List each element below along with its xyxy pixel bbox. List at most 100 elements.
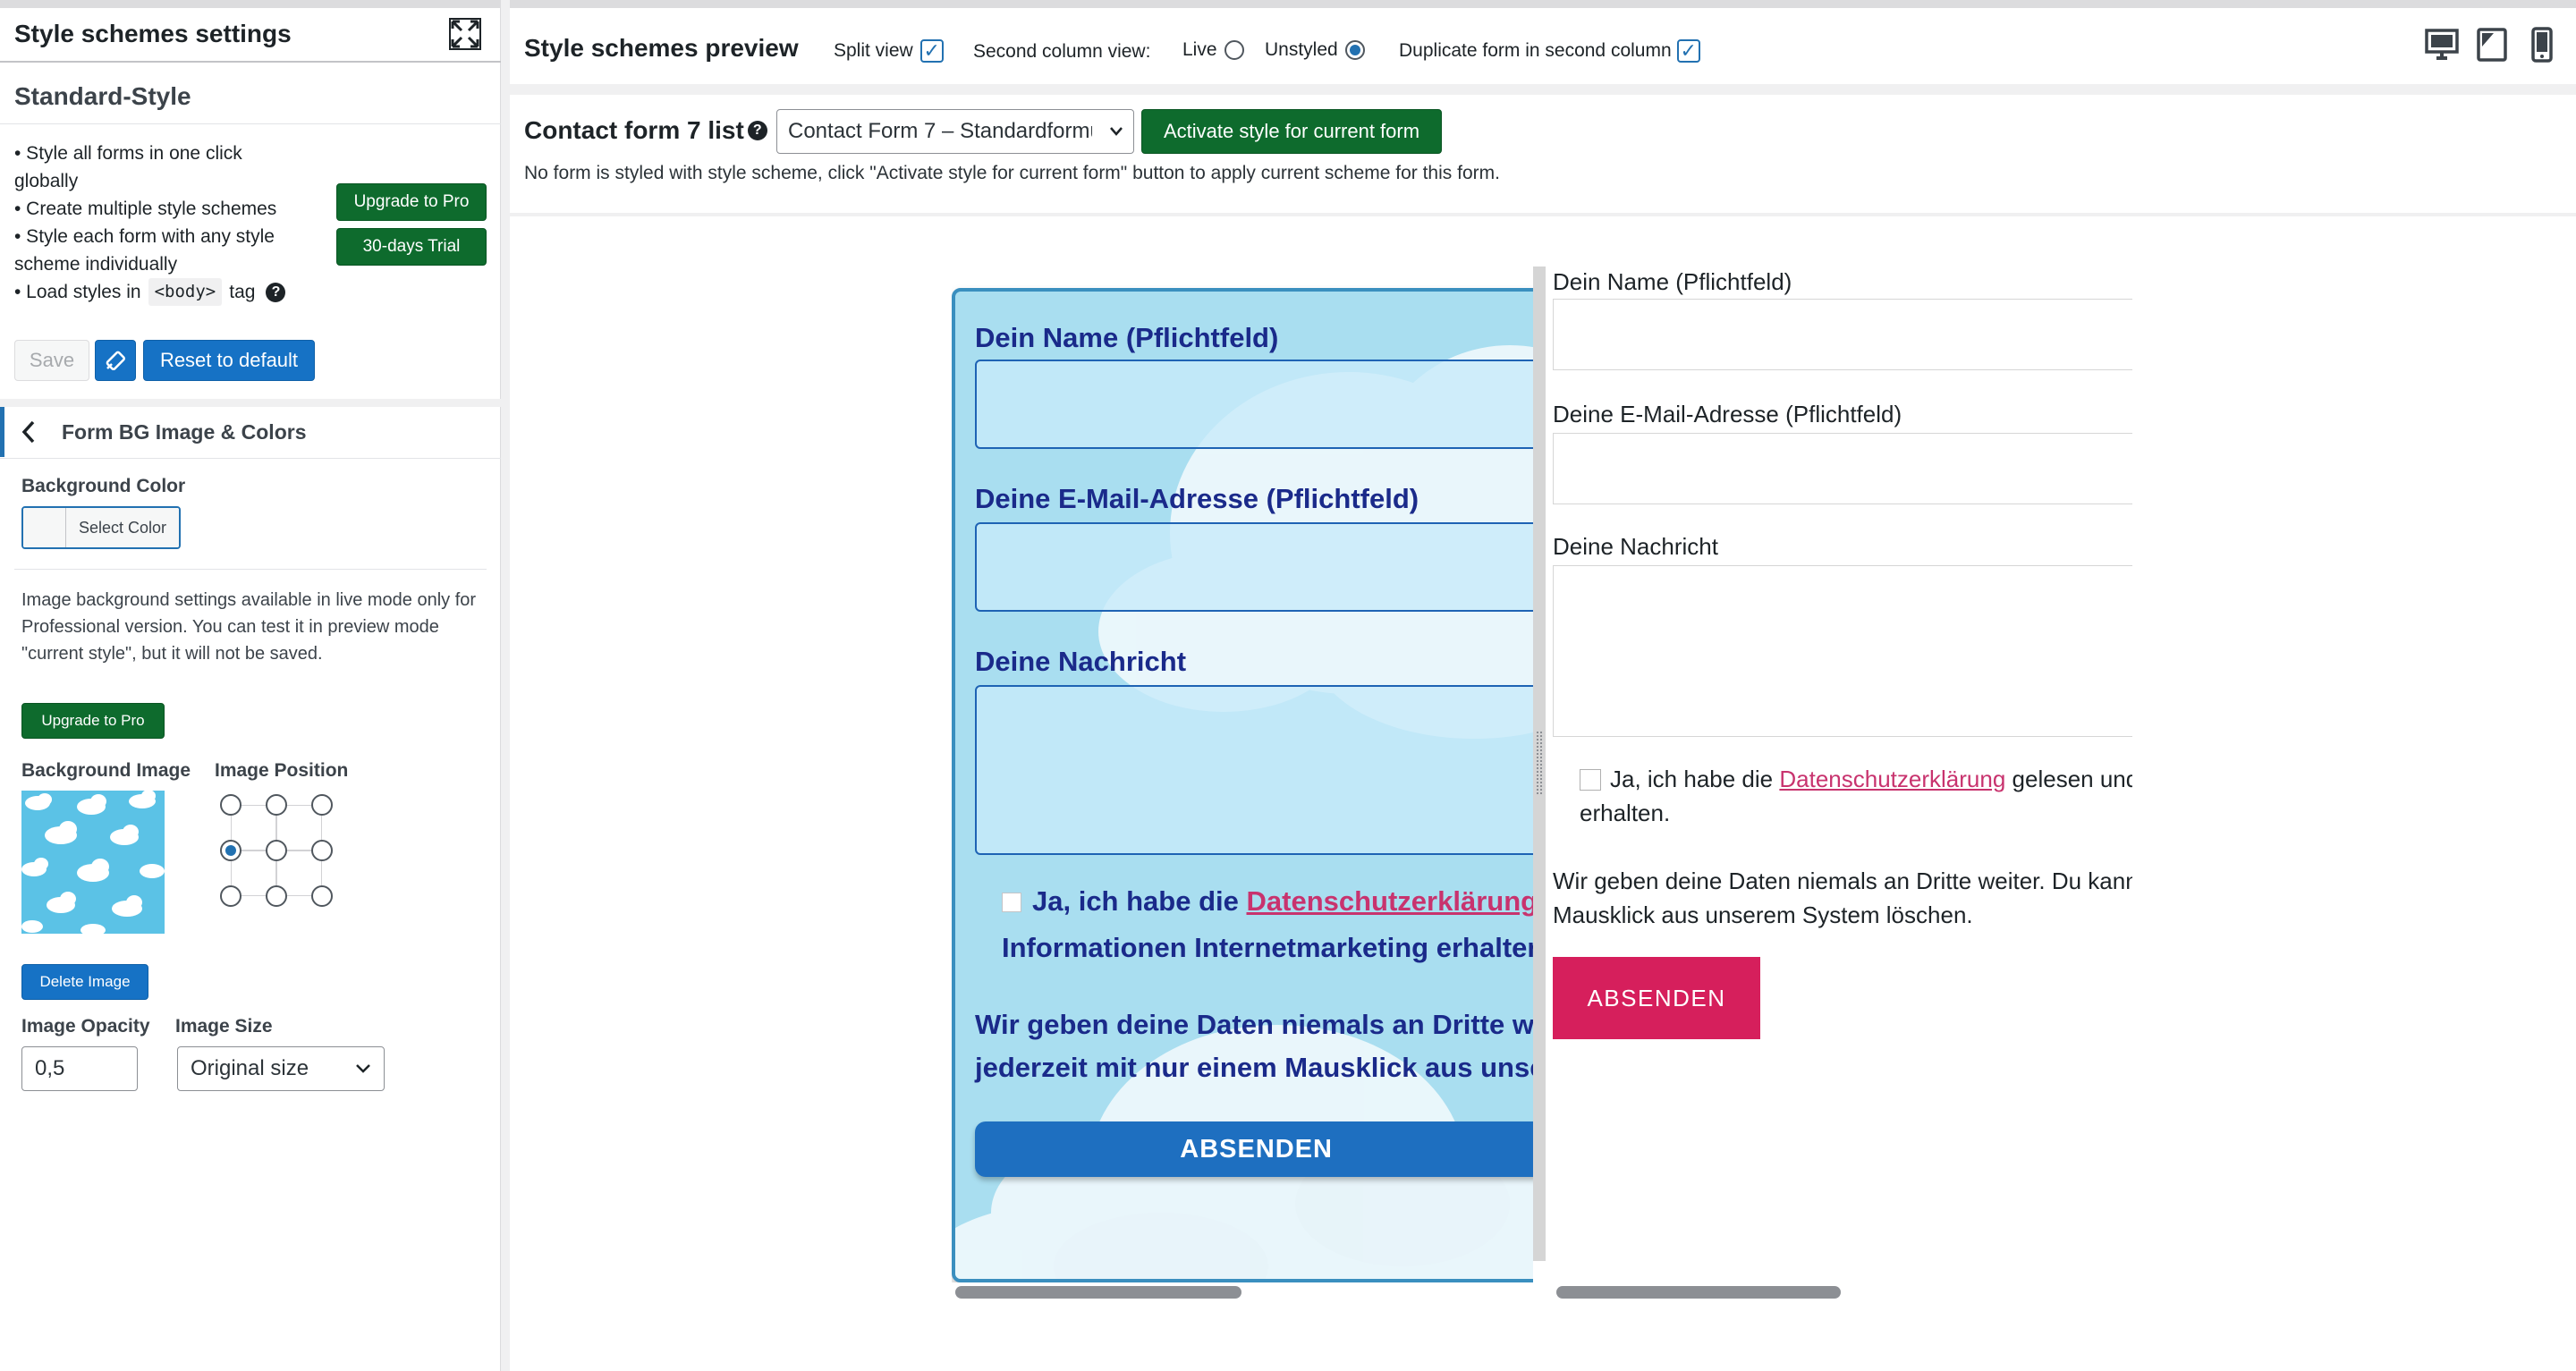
- plain-email-input[interactable]: [1553, 433, 2132, 504]
- image-position-radio[interactable]: [266, 885, 287, 907]
- styled-privacy-link[interactable]: Datenschutzerklärung: [1247, 885, 1534, 917]
- cf7-label-wrap: Contact form 7 list ?: [524, 116, 767, 145]
- upgrade-button[interactable]: Upgrade to Pro: [336, 183, 487, 221]
- duplicate-toggle[interactable]: Duplicate form in second column ✓: [1399, 39, 1700, 63]
- plain-email-label: Deine E-Mail-Adresse (Pflichtfeld): [1553, 401, 1902, 427]
- settings-panel: Style schemes settings Standard-Style • …: [0, 0, 501, 1371]
- image-position-radio[interactable]: [311, 794, 333, 816]
- image-opacity-label: Image Opacity: [21, 1016, 150, 1037]
- cf7-notice: No form is styled with style scheme, cli…: [524, 163, 1500, 183]
- image-size-value: Original size: [191, 1056, 309, 1080]
- select-color-button[interactable]: Select Color: [21, 506, 181, 549]
- unstyled-label: Unstyled: [1265, 39, 1338, 60]
- upgrade-pro-small-button[interactable]: Upgrade to Pro: [21, 703, 165, 739]
- image-position-radio[interactable]: [220, 840, 242, 861]
- live-label: Live: [1182, 39, 1217, 60]
- styled-name-label: Dein Name (Pflichtfeld): [975, 322, 1279, 353]
- plain-message-textarea[interactable]: [1553, 565, 2132, 737]
- activate-style-button[interactable]: Activate style for current form: [1141, 109, 1442, 154]
- styled-name-input[interactable]: [975, 360, 1533, 449]
- image-position-radio[interactable]: [220, 794, 242, 816]
- image-position-radio[interactable]: [266, 840, 287, 861]
- plain-consent-line2: erhalten.: [1580, 800, 1671, 826]
- brush-icon[interactable]: [95, 340, 136, 381]
- collapse-icon[interactable]: [449, 18, 481, 50]
- image-size-label: Image Size: [175, 1016, 273, 1037]
- styled-message-textarea[interactable]: [975, 685, 1533, 855]
- plain-privacy-link[interactable]: Datenschutzerklärung: [1779, 766, 2005, 792]
- split-view-toggle[interactable]: Split view ✓: [834, 39, 944, 63]
- section-header[interactable]: Form BG Image & Colors: [0, 407, 501, 457]
- styled-privacy-line1: Wir geben deine Daten niemals an Dritte …: [975, 1009, 1533, 1040]
- reset-button[interactable]: Reset to default: [143, 340, 315, 381]
- split-drag-handle[interactable]: [1533, 267, 1546, 1261]
- plain-name-label: Dein Name (Pflichtfeld): [1553, 268, 1792, 295]
- features-list: • Style all forms in one click globally …: [14, 140, 309, 306]
- cf7-form-select[interactable]: Contact Form 7 – Standardformular: [776, 109, 1134, 154]
- save-button[interactable]: Save: [14, 340, 89, 381]
- styled-submit-label: ABSENDEN: [1180, 1134, 1333, 1164]
- cf7-list-label: Contact form 7 list: [524, 116, 744, 144]
- tablet-icon[interactable]: [2474, 27, 2510, 63]
- divider: [14, 569, 487, 570]
- divider: [510, 213, 2576, 216]
- live-option[interactable]: Live: [1182, 39, 1244, 61]
- chevron-down-icon: [356, 1064, 370, 1073]
- image-position-radio[interactable]: [311, 885, 333, 907]
- mobile-icon[interactable]: [2524, 27, 2560, 63]
- plain-consent-text: Ja, ich habe die Datenschutzerklärung ge…: [1610, 766, 2132, 792]
- section-title: Form BG Image & Colors: [62, 419, 307, 444]
- tag-word: tag: [229, 282, 256, 302]
- bg-image-thumbnail[interactable]: [21, 791, 165, 934]
- live-radio[interactable]: [1224, 40, 1244, 60]
- image-position-radio[interactable]: [266, 794, 287, 816]
- unstyled-option[interactable]: Unstyled: [1265, 39, 1365, 61]
- unstyled-column-scrollbar[interactable]: [1556, 1286, 1841, 1299]
- image-size-select[interactable]: Original size: [177, 1046, 385, 1091]
- styled-privacy-line2: jederzeit mit nur einem Mausklick aus un…: [975, 1052, 1533, 1083]
- split-view-checkbox[interactable]: ✓: [919, 39, 944, 63]
- plain-privacy-line2: Mausklick aus unserem System löschen.: [1553, 901, 1973, 928]
- styled-preview-column: Dein Name (Pflichtfeld) Deine E-Mail-Adr…: [952, 284, 1533, 1282]
- preview-panel: Style schemes preview Split view ✓ Secon…: [510, 0, 2576, 1371]
- body-tag-code: <body>: [148, 278, 223, 306]
- feature-item: • Style all forms in one click globally: [14, 143, 242, 191]
- duplicate-label: Duplicate form in second column: [1399, 40, 1672, 61]
- cf7-select-value: Contact Form 7 – Standardformular: [788, 119, 1092, 143]
- image-position-radio[interactable]: [220, 885, 242, 907]
- image-opacity-input[interactable]: [21, 1046, 138, 1091]
- duplicate-checkbox[interactable]: ✓: [1676, 39, 1700, 63]
- divider: [0, 458, 501, 459]
- image-position-grid: [220, 794, 336, 910]
- plain-name-input[interactable]: [1553, 299, 2132, 370]
- help-icon[interactable]: ?: [747, 121, 767, 140]
- help-icon[interactable]: ?: [266, 282, 286, 302]
- select-color-label: Select Color: [66, 508, 179, 547]
- unstyled-radio[interactable]: [1344, 40, 1365, 60]
- styled-email-input[interactable]: [975, 522, 1533, 612]
- image-position-label: Image Position: [215, 760, 349, 781]
- styled-submit-button[interactable]: ABSENDEN: [975, 1121, 1533, 1177]
- image-position-radio[interactable]: [311, 840, 333, 861]
- divider: [0, 399, 501, 407]
- styled-consent-text: Ja, ich habe die Datenschutzerklärung: [1032, 885, 1533, 918]
- plain-submit-label: ABSENDEN: [1587, 984, 1726, 1011]
- drag-grip: [1537, 732, 1542, 794]
- styled-column-scrollbar[interactable]: [955, 1286, 1241, 1299]
- preview-title: Style schemes preview: [524, 34, 799, 62]
- delete-image-button[interactable]: Delete Image: [21, 964, 148, 1000]
- plain-consent-checkbox[interactable]: [1580, 769, 1601, 791]
- trial-button[interactable]: 30-days Trial: [336, 228, 487, 266]
- bg-color-label: Background Color: [21, 476, 186, 496]
- plain-message-label: Deine Nachricht: [1553, 533, 1718, 560]
- divider: [510, 84, 2576, 95]
- split-view-label: Split view: [834, 40, 913, 61]
- styled-email-label: Deine E-Mail-Adresse (Pflichtfeld): [975, 483, 1419, 514]
- bg-image-label: Background Image: [21, 760, 191, 781]
- plain-privacy-line1: Wir geben deine Daten niemals an Dritte …: [1553, 867, 2132, 894]
- styled-consent-checkbox[interactable]: [1002, 893, 1021, 912]
- panel-title: Style schemes settings: [14, 20, 292, 47]
- plain-submit-button[interactable]: ABSENDEN: [1553, 957, 1760, 1039]
- pro-notice: Image background settings available in l…: [21, 590, 477, 664]
- desktop-icon[interactable]: [2424, 27, 2460, 63]
